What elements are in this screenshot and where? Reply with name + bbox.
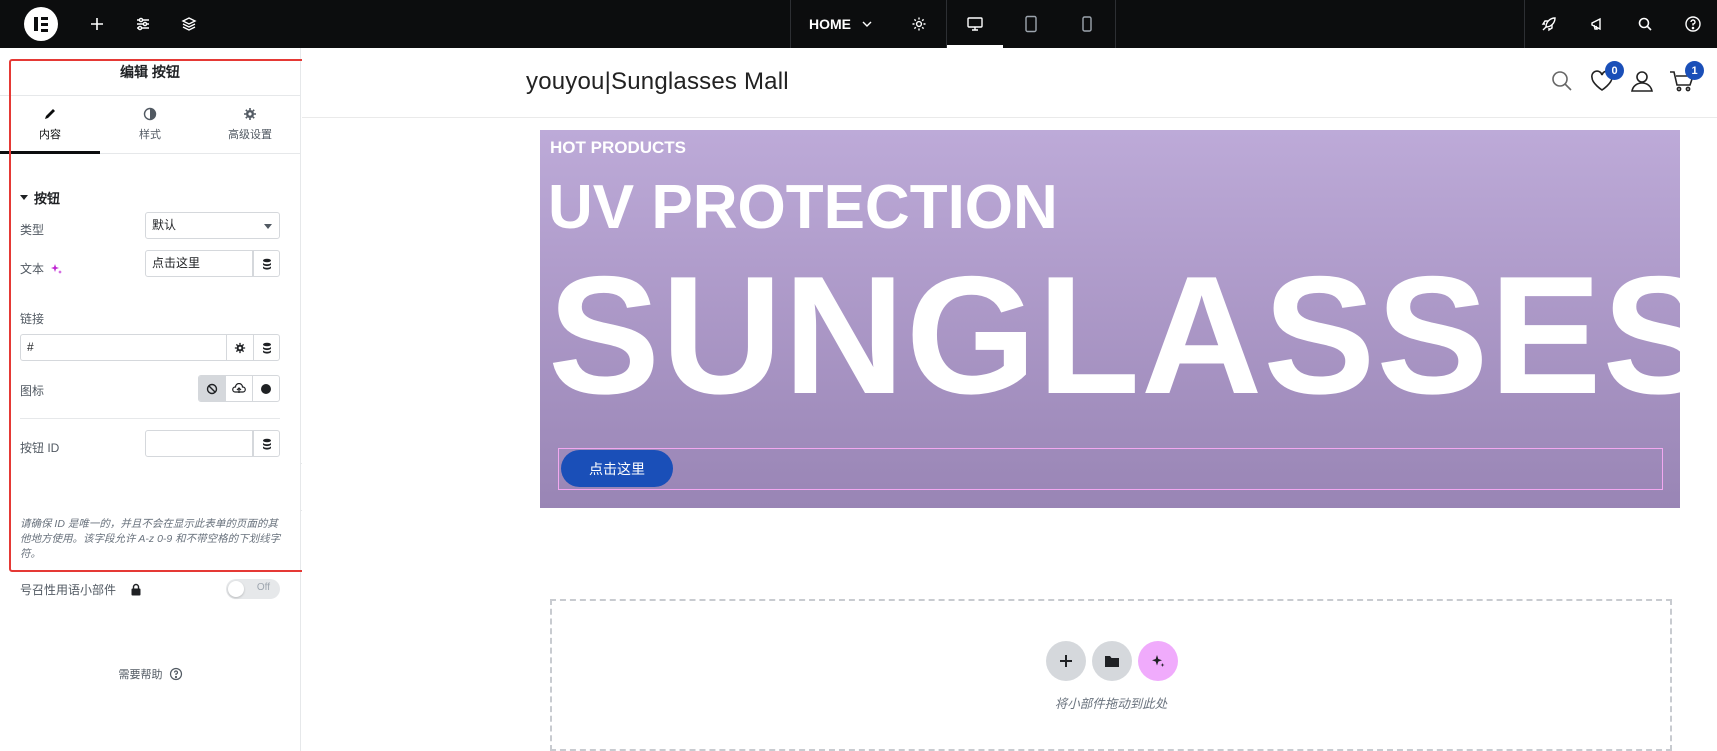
divider <box>20 418 280 419</box>
site-search-icon[interactable] <box>1549 68 1575 94</box>
widget-dropzone[interactable]: 将小部件拖动到此处 <box>550 599 1672 751</box>
section-title: 按钮 <box>34 191 61 206</box>
editor-topbar: HOME <box>0 0 1717 48</box>
editor-panel: 编辑 按钮 内容 样式 高级设置 按钮 类型 默认 文本 点击这里 链接 # 图… <box>0 48 301 751</box>
tab-style[interactable]: 样式 <box>100 96 200 153</box>
dynamic-tags-icon[interactable] <box>253 251 279 276</box>
hero-cta-button[interactable]: 点击这里 <box>561 450 673 487</box>
toggle-text: Off <box>256 582 270 593</box>
icon-label: 图标 <box>20 384 45 398</box>
dropzone-text: 将小部件拖动到此处 <box>1054 697 1168 711</box>
preview-canvas: youyou|Sunglasses Mall 0 1 HOT PRODUCTS … <box>302 48 1717 751</box>
template-folder-icon[interactable] <box>1092 641 1132 681</box>
icon-choices <box>198 375 280 402</box>
tab-advanced-label: 高级设置 <box>228 129 272 141</box>
link-input-group: # <box>20 334 280 361</box>
text-input-group: 点击这里 <box>145 250 280 277</box>
layers-icon[interactable] <box>166 0 212 48</box>
icon-library-circle-icon[interactable] <box>252 376 279 401</box>
button-widget-selected[interactable]: 点击这里 <box>558 448 1663 490</box>
tab-style-label: 样式 <box>139 129 161 141</box>
tab-advanced[interactable]: 高级设置 <box>200 96 300 153</box>
rocket-icon[interactable] <box>1525 0 1573 48</box>
panel-tabs: 内容 样式 高级设置 <box>0 96 300 154</box>
account-user-icon[interactable] <box>1629 68 1655 94</box>
link-dynamic-tags-icon[interactable] <box>253 335 279 360</box>
wishlist-heart-icon[interactable]: 0 <box>1589 61 1624 94</box>
ai-sparkle-add-icon[interactable] <box>1138 641 1178 681</box>
gear-icon <box>244 108 256 120</box>
cta-widget-toggle[interactable]: Off <box>226 579 280 599</box>
half-circle-icon <box>143 107 157 121</box>
panel-title: 编辑 按钮 <box>0 48 300 96</box>
link-options-gear-icon[interactable] <box>227 335 253 360</box>
hero-section: HOT PRODUCTS UV PROTECTION SUNGLASSES 点击… <box>540 130 1680 508</box>
topbar-left <box>0 0 212 48</box>
help-link[interactable]: 需要帮助 <box>0 666 301 682</box>
device-switcher <box>947 0 1116 48</box>
link-input[interactable]: # <box>21 335 227 360</box>
page-name: HOME <box>809 16 851 32</box>
tablet-icon[interactable] <box>1003 0 1059 48</box>
add-section-plus-icon[interactable] <box>1046 641 1086 681</box>
type-select[interactable]: 默认 <box>145 212 280 239</box>
cta-widget-row: 号召性用语小部件 <box>20 581 142 598</box>
button-id-hint: 请确保 ID 是唯一的，并且不会在显示此表单的页面的其他地方使用。该字段允许 A… <box>20 518 281 560</box>
select-arrow-icon <box>264 224 272 229</box>
settings-sliders-icon[interactable] <box>120 0 166 48</box>
caret-down-icon <box>20 195 28 200</box>
topbar-right <box>1524 0 1717 48</box>
type-label: 类型 <box>20 223 45 237</box>
text-input[interactable]: 点击这里 <box>146 251 253 276</box>
button-id-label: 按钮 ID <box>20 441 60 455</box>
text-label-row: 文本 <box>20 260 63 277</box>
no-icon-choice-icon[interactable] <box>199 376 225 401</box>
type-select-value: 默认 <box>152 218 177 232</box>
elementor-logo-icon[interactable] <box>24 7 58 41</box>
site-header: youyou|Sunglasses Mall 0 1 <box>302 48 1717 118</box>
cart-count-badge: 1 <box>1685 61 1704 80</box>
hero-eyebrow: HOT PRODUCTS <box>550 138 686 157</box>
desktop-icon[interactable] <box>947 0 1003 48</box>
ai-sparkle-icon[interactable] <box>50 263 63 275</box>
dropzone-actions <box>1046 641 1178 681</box>
add-icon[interactable] <box>74 0 120 48</box>
id-dynamic-tags-icon[interactable] <box>253 431 279 456</box>
wishlist-count-badge: 0 <box>1605 61 1624 80</box>
cart-icon[interactable]: 1 <box>1669 61 1704 94</box>
hero-big-title: SUNGLASSES <box>548 241 1680 429</box>
site-title[interactable]: youyou|Sunglasses Mall <box>526 68 789 96</box>
header-icons: 0 1 <box>1549 61 1704 94</box>
button-id-input[interactable] <box>146 431 253 456</box>
tab-content-label: 内容 <box>39 129 61 141</box>
page-settings-gear-icon[interactable] <box>891 0 947 48</box>
section-toggle-button[interactable]: 按钮 <box>20 188 60 207</box>
tab-content[interactable]: 内容 <box>0 96 100 154</box>
pencil-icon <box>45 109 55 119</box>
help-label: 需要帮助 <box>118 669 163 681</box>
cta-widget-label: 号召性用语小部件 <box>20 583 117 597</box>
text-label: 文本 <box>20 262 45 276</box>
page-selector[interactable]: HOME <box>790 0 891 48</box>
lock-icon <box>131 583 141 596</box>
topbar-center: HOME <box>790 0 1116 48</box>
toggle-knob <box>228 581 244 597</box>
button-id-input-group <box>145 430 280 457</box>
help-icon[interactable] <box>1669 0 1717 48</box>
search-icon[interactable] <box>1621 0 1669 48</box>
link-label: 链接 <box>20 312 45 326</box>
chevron-down-icon <box>862 21 872 27</box>
question-circle-icon <box>169 667 182 681</box>
megaphone-icon[interactable] <box>1573 0 1621 48</box>
upload-icon[interactable] <box>225 376 252 401</box>
mobile-icon[interactable] <box>1059 0 1115 48</box>
hero-heading: UV PROTECTION <box>548 173 1058 242</box>
